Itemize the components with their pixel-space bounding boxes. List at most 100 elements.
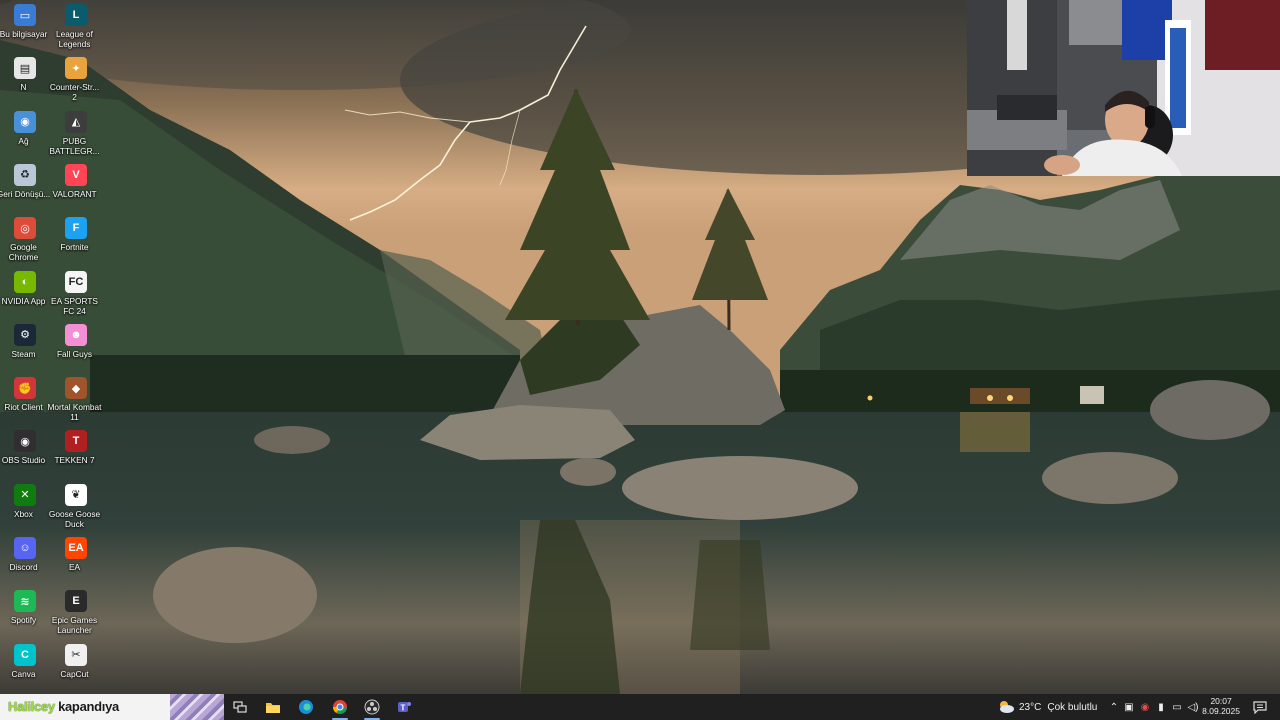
stream-banner-caption: kapandıya [58,699,119,714]
taskbar-clock[interactable]: 20:07 8.09.2025 [1202,696,1240,716]
desktop-shortcut-label: EA [68,562,81,572]
spotify-icon: ≋ [14,590,36,613]
desktop-shortcut[interactable]: ♻ Geri Dönüşü... [0,162,50,212]
stream-banner-name: Halilcey [8,699,55,714]
taskbar-stream-banner[interactable]: Halilcey kapandıya [0,694,224,720]
desktop-shortcut[interactable]: T TEKKEN 7 [51,428,101,478]
desktop-shortcut-label: Steam [11,348,36,359]
desktop-shortcut[interactable]: ☺ Discord [0,535,50,585]
tray-obs-recording-icon[interactable]: ◉ [1137,702,1153,713]
league-of-legends-icon: L [65,4,87,26]
stream-banner-text: Halilcey kapandıya [8,699,119,714]
desktop-shortcut[interactable]: ✂ CapCut [51,642,101,692]
desktop-shortcut[interactable]: ≋ Spotify [0,588,50,638]
pubg-icon: ◭ [65,110,87,133]
desktop-shortcut[interactable]: V VALORANT [51,162,101,212]
desktop-shortcut-label: Google Chrome [8,242,39,263]
discord-icon: ☺ [14,537,36,559]
desktop-shortcut[interactable]: ▤ N [0,55,50,105]
desktop-shortcut-label: Riot Client [4,402,43,413]
desktop-shortcut-label: NVIDIA App [1,295,46,306]
desktop-shortcut[interactable]: ◆ Mortal Kombat 11 [48,375,101,425]
desktop-shortcut[interactable]: E Epic Games Launcher [51,588,101,638]
tray-microphone-icon[interactable]: ▮ [1153,702,1169,713]
tray-icons: ⌃ ▣ ◉ ▮ ▭ ◁) [1107,694,1201,720]
desktop-shortcut-label: Bu bilgisayar [0,29,48,39]
network-icon: ◉ [14,110,36,133]
desktop-shortcut-label: Ağ [18,135,29,146]
desktop-shortcut-label: CapCut [60,668,89,679]
tray-network-icon[interactable]: ▭ [1169,702,1185,713]
webcam-overlay [967,0,1280,176]
ea-fc-icon: FC [65,270,87,293]
folder-icon [266,703,280,713]
fortnite-icon: F [65,217,87,240]
chrome-icon [333,700,347,714]
taskbar-file-explorer[interactable] [259,697,287,717]
steam-icon: ⚙ [14,323,36,346]
riot-client-icon: ✊ [14,377,36,400]
weather-widget[interactable]: 23°C Çok bulutlu [997,694,1097,720]
desktop-shortcut-label: Counter-Str... 2 [49,82,100,103]
weather-temperature: 23°C [1019,701,1042,713]
task-view-icon [233,701,247,713]
desktop-shortcut-label: Geri Dönüşü... [0,188,51,199]
desktop-shortcut-label: PUBG BATTLEGR... [49,135,100,156]
taskbar-edge[interactable] [292,697,320,717]
desktop-shortcut[interactable]: ⚙ Steam [0,322,50,372]
desktop-shortcut-label: EA SPORTS FC 24 [51,295,98,316]
canva-icon: C [14,643,36,666]
taskbar-teams[interactable]: T [390,697,418,717]
mortal-kombat-icon: ◆ [65,377,87,400]
desktop-shortcut[interactable]: ✦ Counter-Str... 2 [50,55,101,105]
desktop-shortcut[interactable]: ◐ NVIDIA App [0,269,50,319]
desktop-shortcut[interactable]: ◉ OBS Studio [0,428,50,478]
valorant-icon: V [65,163,87,186]
tray-volume-icon[interactable]: ◁) [1185,702,1201,713]
xbox-icon: ✕ [14,483,36,506]
desktop-shortcut[interactable]: ✕ Xbox [0,482,50,532]
desktop-shortcut[interactable]: ▭ Bu bilgisayar [0,2,50,52]
webcam-feed [967,0,1280,176]
obs-icon [364,699,380,715]
tray-device-icon[interactable]: ▣ [1121,702,1137,713]
desktop-shortcut[interactable]: EA EA [51,535,101,585]
desktop-shortcut[interactable]: F Fortnite [51,215,101,265]
teams-icon: T [398,702,411,713]
desktop-shortcut-label: Fall Guys [56,348,93,359]
desktop-shortcut[interactable]: ☻ Fall Guys [51,322,101,372]
recycle-bin-icon: ♻ [14,163,36,186]
taskbar-chrome[interactable] [326,697,354,720]
task-view-button[interactable] [226,697,254,717]
desktop-shortcut-label: Canva [11,668,36,679]
desktop-shortcut[interactable]: ❦ Goose Goose Duck [49,482,101,532]
desktop-shortcut-label: Mortal Kombat 11 [47,402,102,423]
desktop-shortcut[interactable]: ◉ Ağ [0,109,50,159]
stream-banner-thumbnail [170,694,224,720]
desktop-shortcut-label: Discord [9,562,38,572]
notification-center-button[interactable] [1246,697,1274,717]
tekken-icon: T [65,430,87,453]
capcut-icon: ✂ [65,643,87,666]
epic-games-icon: E [65,590,87,613]
svg-text:T: T [401,704,406,713]
taskbar-obs[interactable] [358,697,386,720]
desktop-shortcut-label: VALORANT [52,188,97,199]
goose-goose-duck-icon: ❦ [65,483,87,506]
notification-icon [1253,701,1267,714]
desktop-shortcut[interactable]: ✊ Riot Client [0,375,50,425]
desktop-shortcut[interactable]: C Canva [0,642,50,692]
weather-description: Çok bulutlu [1047,701,1098,713]
desktop-shortcut[interactable]: L League of Legends [51,2,101,52]
desktop-shortcut-label: Xbox [14,508,33,519]
desktop-shortcut-label: Fortnite [60,242,89,253]
desktop-shortcut-label: TEKKEN 7 [54,455,95,466]
desktop-shortcut-label: Goose Goose Duck [48,508,101,529]
edge-icon [299,700,313,714]
desktop-shortcut[interactable]: FC EA SPORTS FC 24 [51,269,101,319]
desktop-shortcut[interactable]: ◎ Google Chrome [0,215,50,265]
desktop-shortcut-label: OBS Studio [1,455,46,466]
tray-chevron-up-icon[interactable]: ⌃ [1107,702,1121,713]
clock-date: 8.09.2025 [1202,706,1240,716]
desktop-shortcut[interactable]: ◭ PUBG BATTLEGR... [49,109,101,159]
